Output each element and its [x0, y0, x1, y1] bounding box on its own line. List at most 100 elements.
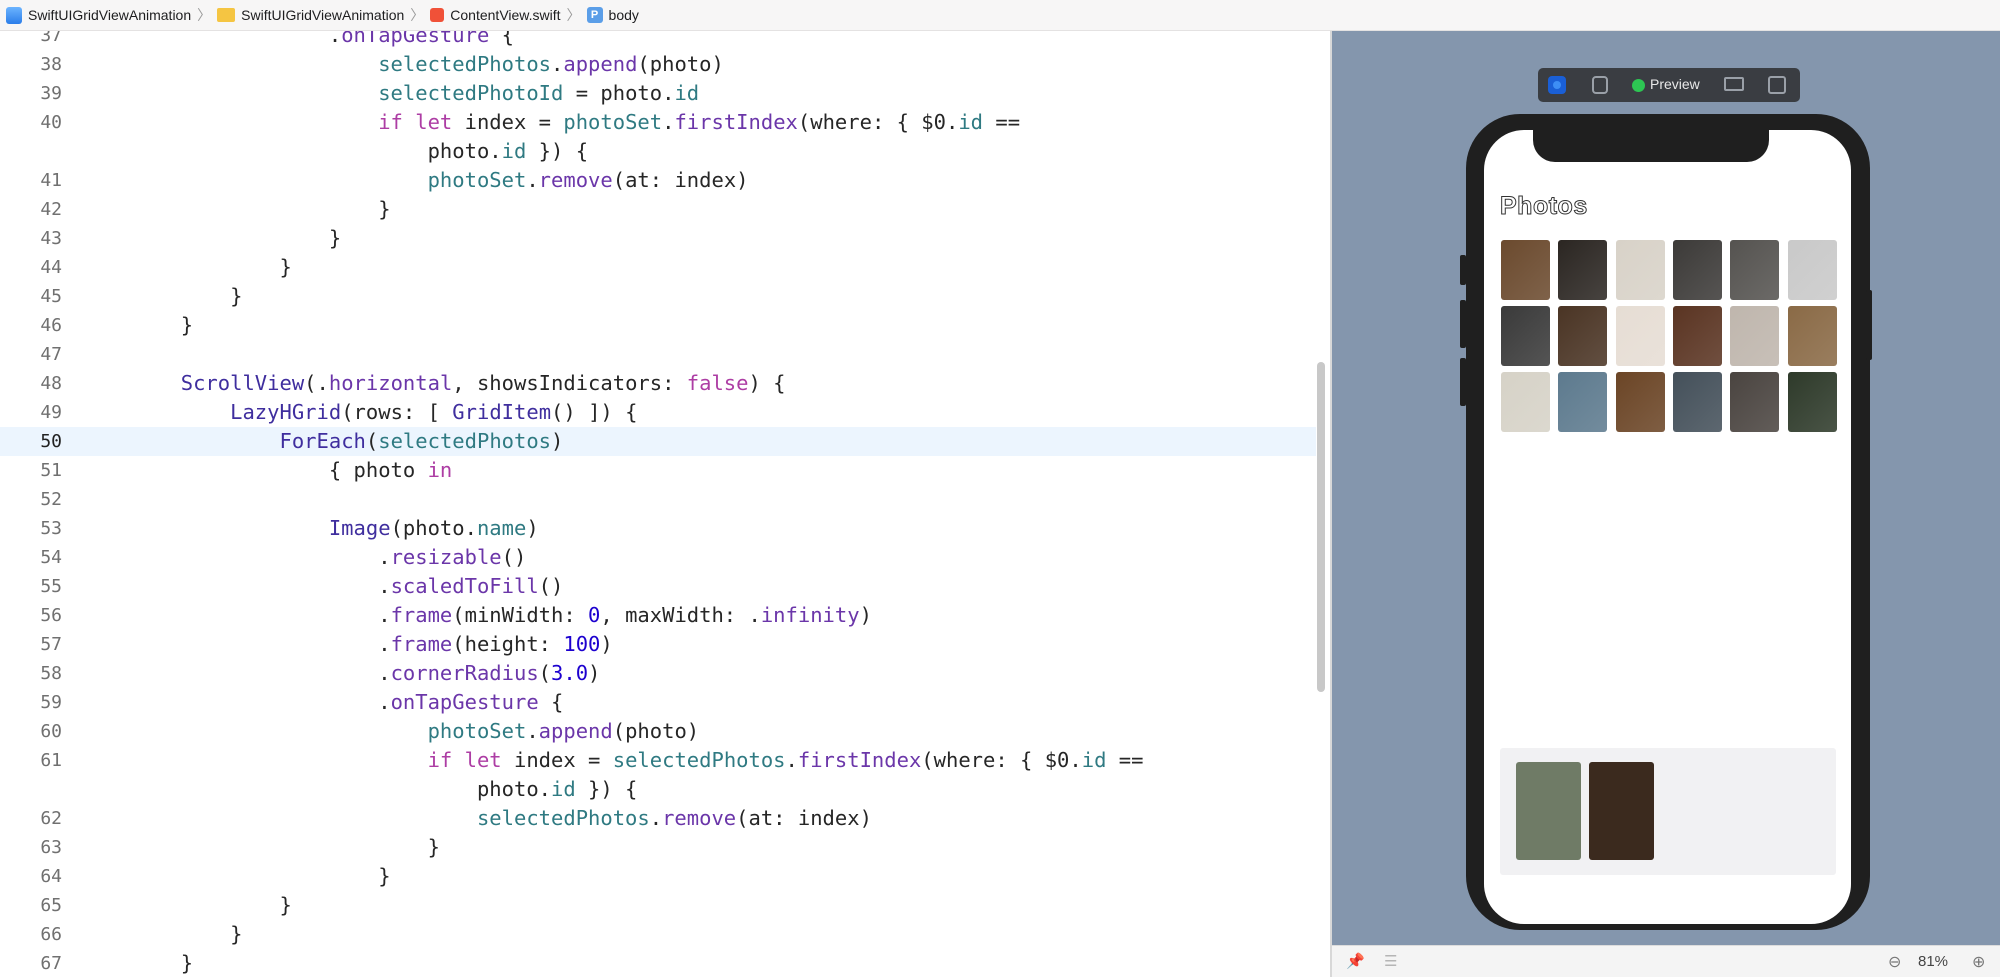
code-editor[interactable]: 37 .onTapGesture {38 selectedPhotos.appe…	[0, 31, 1330, 977]
canvas-footer: 📌 ☰ ⊖ 81% ⊕	[1332, 945, 2000, 977]
code-token: onTapGesture	[341, 31, 490, 47]
code-token: photoSet	[427, 719, 527, 743]
code-token: GridItem	[452, 400, 552, 424]
list-icon[interactable]: ☰	[1384, 953, 1400, 970]
code-line[interactable]: 51 { photo in	[0, 456, 1316, 485]
code-line[interactable]: 43 }	[0, 224, 1316, 253]
grid-photo[interactable]	[1501, 240, 1550, 300]
code-line[interactable]: 45 }	[0, 282, 1316, 311]
code-line[interactable]: 67 }	[0, 949, 1316, 977]
code-token: ==	[1106, 748, 1144, 772]
breadcrumb-symbol[interactable]: P body	[586, 7, 639, 23]
code-line[interactable]: 42 }	[0, 195, 1316, 224]
code-line[interactable]: photo.id }) {	[0, 137, 1316, 166]
breadcrumb-file[interactable]: ContentView.swift	[430, 7, 561, 23]
code-line[interactable]: 49 LazyHGrid(rows: [ GridItem() ]) {	[0, 398, 1316, 427]
line-number: 61	[40, 750, 62, 771]
code-line[interactable]: 48 ScrollView(.horizontal, showsIndicato…	[0, 369, 1316, 398]
line-number: 46	[40, 315, 62, 336]
line-number: 63	[40, 837, 62, 858]
grid-photo[interactable]	[1672, 240, 1722, 300]
code-line[interactable]: 64 }	[0, 862, 1316, 891]
code-token: )	[588, 661, 601, 685]
mute-switch	[1460, 255, 1466, 285]
code-line[interactable]: 37 .onTapGesture {	[0, 31, 1316, 50]
grid-photo[interactable]	[1672, 372, 1722, 432]
code-line[interactable]: 65 }	[0, 891, 1316, 920]
grid-photo[interactable]	[1787, 240, 1837, 300]
code-line[interactable]: 66 }	[0, 920, 1316, 949]
code-token: ) {	[748, 371, 786, 395]
grid-photo[interactable]	[1558, 306, 1608, 366]
code-line[interactable]: 52	[0, 485, 1316, 514]
code-token: .	[82, 574, 391, 598]
code-line[interactable]: 59 .onTapGesture {	[0, 688, 1316, 717]
code-token: }	[82, 226, 342, 250]
grid-photo[interactable]	[1615, 306, 1665, 366]
code-line[interactable]: 53 Image(photo.name)	[0, 514, 1316, 543]
code-line[interactable]: 55 .scaledToFill()	[0, 572, 1316, 601]
zoom-level[interactable]: 81%	[1918, 953, 1948, 970]
live-preview-icon[interactable]	[1548, 76, 1566, 94]
grid-photo[interactable]	[1730, 240, 1780, 300]
chevron-right-icon: 〉	[410, 7, 425, 23]
pin-icon[interactable]: 📌	[1346, 953, 1365, 970]
selected-photo[interactable]	[1589, 762, 1654, 860]
grid-photo[interactable]	[1558, 372, 1608, 432]
line-number: 43	[40, 228, 62, 249]
grid-photo[interactable]	[1558, 240, 1608, 300]
code-line[interactable]: 54 .resizable()	[0, 543, 1316, 572]
grid-photo[interactable]	[1615, 372, 1665, 432]
zoom-out-icon[interactable]: ⊖	[1888, 952, 1901, 972]
code-line[interactable]: 39 selectedPhotoId = photo.id	[0, 79, 1316, 108]
code-line[interactable]: 41 photoSet.remove(at: index)	[0, 166, 1316, 195]
selectable-icon[interactable]	[1592, 76, 1608, 94]
line-number: 53	[40, 518, 62, 539]
code-line[interactable]: 56 .frame(minWidth: 0, maxWidth: .infini…	[0, 601, 1316, 630]
code-text: photoSet.remove(at: index)	[82, 166, 749, 195]
grid-photo[interactable]	[1787, 372, 1837, 432]
code-line[interactable]: 50 ForEach(selectedPhotos)	[0, 427, 1316, 456]
grid-photo[interactable]	[1672, 306, 1722, 366]
grid-photo[interactable]	[1787, 306, 1837, 366]
grid-photo[interactable]	[1730, 306, 1780, 366]
code-token: )	[526, 516, 539, 540]
code-token: { photo	[82, 458, 428, 482]
code-token: .	[82, 690, 391, 714]
preview-label[interactable]: Preview	[1650, 76, 1700, 92]
code-line[interactable]: 61 if let index = selectedPhotos.firstIn…	[0, 746, 1316, 775]
code-line[interactable]: 62 selectedPhotos.remove(at: index)	[0, 804, 1316, 833]
code-line[interactable]: photo.id }) {	[0, 775, 1316, 804]
grid-photo[interactable]	[1501, 372, 1550, 432]
breadcrumb-folder[interactable]: SwiftUIGridViewAnimation	[217, 7, 404, 23]
breadcrumb-project[interactable]: SwiftUIGridViewAnimation	[6, 6, 191, 24]
grid-photo[interactable]	[1730, 372, 1780, 432]
code-line[interactable]: 40 if let index = photoSet.firstIndex(wh…	[0, 108, 1316, 137]
power-button	[1866, 290, 1872, 360]
code-text: selectedPhotoId = photo.id	[82, 79, 699, 108]
code-line[interactable]: 47	[0, 340, 1316, 369]
selected-photo[interactable]	[1516, 762, 1581, 860]
grid-photo[interactable]	[1501, 306, 1550, 366]
code-token: }	[82, 951, 194, 975]
code-line[interactable]: 60 photoSet.append(photo)	[0, 717, 1316, 746]
device-settings-icon[interactable]	[1724, 77, 1744, 91]
breadcrumb-symbol-label: body	[608, 7, 639, 23]
zoom-in-icon[interactable]: ⊕	[1972, 952, 1985, 972]
grid-photo[interactable]	[1615, 240, 1665, 300]
code-line[interactable]: 63 }	[0, 833, 1316, 862]
code-token: index =	[452, 110, 564, 134]
code-line[interactable]: 44 }	[0, 253, 1316, 282]
editor-scrollbar[interactable]	[1317, 362, 1325, 692]
duplicate-icon[interactable]	[1768, 76, 1786, 94]
code-token: (photo)	[637, 52, 724, 76]
code-token: (where: { $0.	[797, 110, 959, 134]
code-line[interactable]: 46 }	[0, 311, 1316, 340]
code-line[interactable]: 38 selectedPhotos.append(photo)	[0, 50, 1316, 79]
code-line[interactable]: 58 .cornerRadius(3.0)	[0, 659, 1316, 688]
code-line[interactable]: 57 .frame(height: 100)	[0, 630, 1316, 659]
breadcrumb: SwiftUIGridViewAnimation 〉 SwiftUIGridVi…	[0, 0, 2000, 31]
code-token: Image	[328, 516, 391, 540]
line-number: 47	[40, 344, 62, 365]
